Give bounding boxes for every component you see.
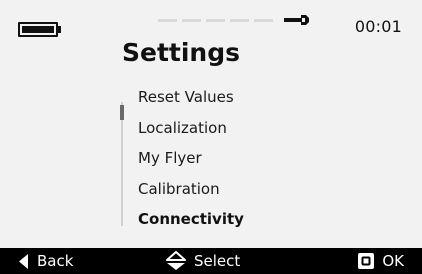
battery-fill bbox=[22, 26, 54, 33]
triangle-left-icon bbox=[19, 253, 28, 269]
back-label: Back bbox=[37, 252, 74, 270]
menu-item-label: Calibration bbox=[138, 179, 220, 198]
battery-cap bbox=[58, 26, 61, 33]
up-down-arrows-icon bbox=[166, 251, 186, 270]
ok-label: OK bbox=[382, 252, 404, 270]
menu-item-label: Connectivity bbox=[138, 210, 244, 228]
scrollbar-thumb[interactable] bbox=[120, 105, 124, 120]
settings-menu: Reset Values Localization My Flyer Calib… bbox=[138, 82, 244, 235]
page-title: Settings bbox=[122, 38, 241, 67]
battery-body bbox=[18, 22, 58, 37]
menu-item-label: Localization bbox=[138, 118, 227, 137]
softkey-bar: Back Select OK bbox=[0, 248, 422, 274]
signal-dash bbox=[158, 19, 177, 22]
wrench-icon bbox=[284, 15, 309, 25]
menu-item-calibration[interactable]: Calibration bbox=[138, 174, 244, 205]
scrollbar-track[interactable] bbox=[121, 102, 123, 226]
menu-item-label: My Flyer bbox=[138, 149, 202, 167]
menu-item-my-flyer[interactable]: My Flyer bbox=[138, 143, 244, 174]
signal-dash bbox=[182, 19, 201, 22]
select-button[interactable]: Select bbox=[166, 248, 240, 274]
signal-dash bbox=[254, 19, 273, 22]
signal-indicator bbox=[158, 19, 280, 22]
ok-button[interactable]: OK bbox=[358, 248, 404, 274]
settings-screen: 00:01 Settings Reset Values Localization… bbox=[0, 0, 422, 274]
square-button-icon bbox=[358, 253, 375, 269]
battery-icon bbox=[18, 22, 61, 37]
clock: 00:01 bbox=[354, 17, 402, 36]
select-label: Select bbox=[194, 252, 241, 270]
signal-dash bbox=[230, 19, 249, 22]
menu-item-label: Reset Values bbox=[138, 88, 234, 106]
menu-item-reset-values[interactable]: Reset Values bbox=[138, 82, 244, 113]
back-button[interactable]: Back bbox=[19, 248, 73, 274]
menu-item-localization[interactable]: Localization bbox=[138, 113, 244, 144]
signal-dash bbox=[206, 19, 225, 22]
menu-item-connectivity[interactable]: Connectivity bbox=[138, 204, 244, 235]
